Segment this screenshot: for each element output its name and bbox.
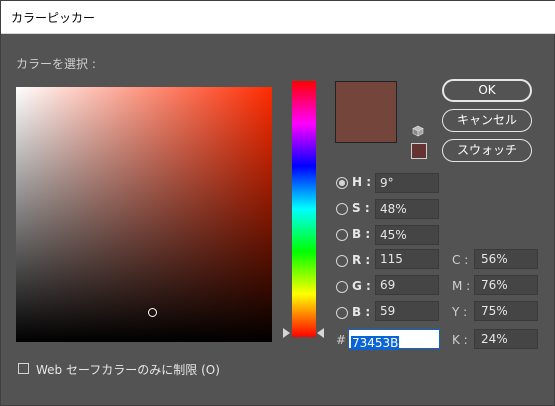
radio-blue[interactable] (336, 307, 348, 319)
hue-slider-handle-left[interactable] (283, 328, 290, 338)
hue-label: H : (352, 175, 372, 189)
window-title: カラーピッカー (11, 11, 96, 25)
cyan-label: C : (452, 253, 469, 267)
color-cursor[interactable] (148, 308, 157, 317)
current-color-swatch (335, 81, 397, 143)
radio-red[interactable] (336, 255, 348, 267)
red-label: R : (352, 253, 371, 267)
red-field[interactable]: 115 (375, 249, 439, 269)
cyan-field[interactable]: 56% (474, 249, 538, 269)
radio-hue[interactable] (336, 177, 348, 189)
web-safe-color-swatch[interactable] (411, 143, 427, 159)
swatches-button[interactable]: スウォッチ (442, 139, 532, 162)
web-safe-only-checkbox[interactable] (18, 363, 29, 374)
blue-label: B : (352, 305, 371, 319)
yellow-field[interactable]: 75% (474, 301, 538, 321)
green-label: G : (352, 279, 371, 293)
yellow-label: Y : (452, 305, 468, 319)
magenta-field[interactable]: 76% (474, 275, 538, 295)
hex-field[interactable]: 73453B (348, 329, 440, 350)
saturation-field[interactable]: 48% (375, 199, 439, 219)
green-field[interactable]: 69 (375, 275, 439, 295)
radio-green[interactable] (336, 281, 348, 293)
ok-button[interactable]: OK (442, 79, 532, 102)
cancel-button[interactable]: キャンセル (442, 109, 532, 132)
black-label: K : (452, 333, 468, 347)
saturation-label: S : (352, 201, 370, 215)
hex-hash-label: # (336, 333, 347, 347)
select-color-label: カラーを選択 : (16, 57, 96, 71)
color-picker-window: カラーピッカー カラーを選択 : OK キャンセル スウォッチ H : 9° S… (0, 0, 555, 406)
brightness-field[interactable]: 45% (375, 225, 439, 245)
saturation-brightness-field[interactable] (16, 87, 272, 342)
radio-brightness[interactable] (336, 229, 348, 241)
web-safe-only-label[interactable]: Web セーフカラーのみに制限 (O) (36, 361, 220, 378)
hex-value: 73453B (351, 336, 400, 350)
magenta-label: M : (452, 279, 471, 293)
hue-slider-handle-right[interactable] (317, 328, 324, 338)
hue-field[interactable]: 9° (375, 173, 439, 193)
cube-icon[interactable] (412, 125, 424, 137)
radio-saturation[interactable] (336, 203, 348, 215)
black-field[interactable]: 24% (474, 329, 538, 349)
title-bar: カラーピッカー (1, 1, 555, 34)
blue-field[interactable]: 59 (375, 301, 439, 321)
brightness-label: B : (352, 227, 371, 241)
hue-slider[interactable] (292, 81, 316, 337)
